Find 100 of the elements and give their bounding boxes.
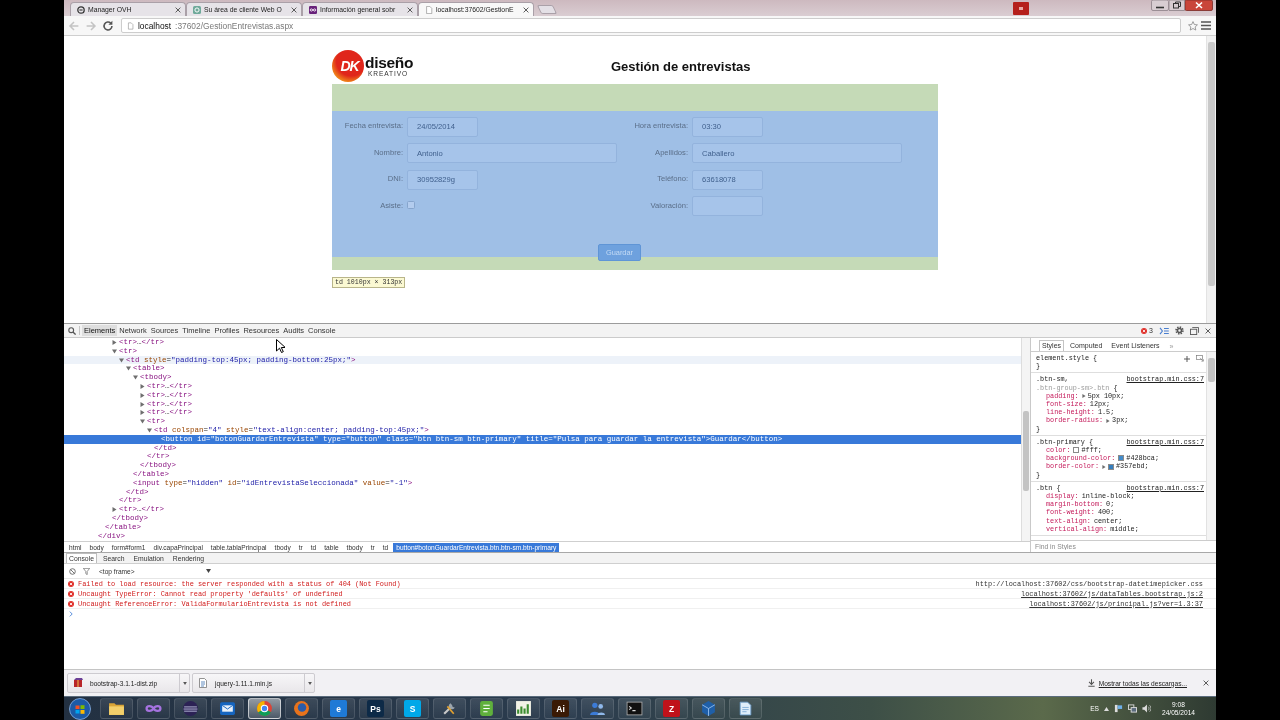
pinwheel-icon <box>256 700 273 717</box>
badge-icon <box>193 5 201 14</box>
taskbar-button[interactable]: Ps <box>359 698 392 719</box>
globe-icon <box>293 700 310 717</box>
new-style-rule-icon[interactable] <box>1196 355 1204 362</box>
taskbar-button[interactable]: Ai <box>544 698 577 719</box>
settings-icon[interactable] <box>1175 326 1184 335</box>
document-icon <box>737 700 754 717</box>
download-icon <box>1087 679 1095 687</box>
start-button[interactable] <box>69 697 91 720</box>
error-icon <box>68 590 74 597</box>
reload-icon[interactable] <box>101 18 115 33</box>
scrollbar-thumb[interactable] <box>1023 411 1029 491</box>
envelope-icon <box>219 700 236 717</box>
ring-icon <box>77 5 85 14</box>
checkbox[interactable] <box>407 201 415 210</box>
prompt-chevron-icon <box>69 611 73 617</box>
expand-triangle-icon[interactable] <box>126 366 131 372</box>
taskbar-button[interactable] <box>581 698 614 719</box>
expand-triangle-icon[interactable] <box>140 410 145 416</box>
close-icon[interactable] <box>407 6 413 13</box>
package-icon <box>73 678 83 688</box>
taskbar-button[interactable] <box>100 698 133 719</box>
add-icon[interactable] <box>1184 355 1190 362</box>
expand-triangle-icon[interactable] <box>147 427 152 433</box>
page-icon <box>127 21 134 30</box>
taskbar-button[interactable]: Z <box>655 698 688 719</box>
expand-triangle-icon[interactable] <box>119 357 124 363</box>
caret-icon <box>206 569 211 573</box>
taskbar-button[interactable] <box>433 698 466 719</box>
app-letter-logo: Z <box>663 700 680 717</box>
app-letter-logo: Ai <box>552 700 569 717</box>
expand-triangle-icon[interactable] <box>1081 393 1086 398</box>
expand-triangle-icon[interactable] <box>1106 418 1111 423</box>
page-icon <box>425 5 433 14</box>
blurred-badge-icon <box>1013 1 1029 15</box>
close-icon[interactable] <box>1205 327 1211 334</box>
note-icon <box>478 700 495 717</box>
search-icon[interactable] <box>68 326 76 335</box>
close-icon[interactable] <box>175 6 181 13</box>
caret-icon <box>307 681 312 685</box>
error-icon <box>1141 327 1148 334</box>
expand-triangle-icon[interactable] <box>112 340 117 345</box>
terminal-icon <box>626 700 643 717</box>
star-icon[interactable] <box>1188 20 1198 31</box>
restore-icon[interactable] <box>1169 0 1185 11</box>
clear-console-icon[interactable] <box>69 567 76 575</box>
app-letter-logo: S <box>404 700 421 717</box>
taskbar-button[interactable] <box>470 698 503 719</box>
filter-icon[interactable] <box>83 567 90 575</box>
dropdown-button[interactable] <box>179 674 189 692</box>
menu-icon[interactable] <box>1201 21 1211 30</box>
expand-triangle-icon[interactable] <box>112 507 117 513</box>
speaker-icon[interactable] <box>1142 704 1151 713</box>
close-icon[interactable] <box>523 6 529 13</box>
app-letter-logo: e <box>330 700 347 717</box>
taskbar-button[interactable]: e <box>322 698 355 719</box>
sphere-icon <box>182 700 199 717</box>
error-icon <box>68 580 74 587</box>
people-icon <box>589 700 606 717</box>
taskbar-button[interactable] <box>248 698 281 719</box>
caret-icon <box>182 681 187 685</box>
network-icon[interactable] <box>1128 704 1137 713</box>
app-letter-logo: Ps <box>367 700 384 717</box>
error-icon <box>68 600 74 607</box>
taskbar-button[interactable] <box>211 698 244 719</box>
script-file-icon <box>198 678 208 688</box>
console-drawer-icon[interactable] <box>1159 326 1169 335</box>
flag-icon[interactable] <box>1114 704 1123 713</box>
taskbar-button[interactable] <box>729 698 762 719</box>
close-icon[interactable] <box>1203 680 1209 686</box>
expand-triangle-icon[interactable] <box>140 419 145 425</box>
color-swatch-icon[interactable] <box>1108 463 1115 470</box>
scrollbar[interactable] <box>1021 338 1030 541</box>
dock-icon[interactable] <box>1190 326 1199 335</box>
page-title: Gestión de entrevistas <box>611 58 751 74</box>
expand-triangle-icon[interactable] <box>140 384 145 389</box>
minimize-icon[interactable] <box>1151 0 1169 11</box>
address-bar[interactable]: localhost :37602/GestionEntrevistas.aspx <box>121 18 1181 33</box>
chart-icon <box>515 700 532 717</box>
expand-triangle-icon[interactable] <box>1102 464 1107 469</box>
logo-mark: DK <box>332 50 364 82</box>
color-swatch-icon[interactable] <box>1073 447 1080 454</box>
triangle-up-icon[interactable] <box>1104 706 1109 711</box>
expand-triangle-icon[interactable] <box>140 401 145 407</box>
scrollbar-thumb[interactable] <box>1208 42 1215 286</box>
folder-icon <box>108 700 125 717</box>
close-icon[interactable] <box>291 6 297 13</box>
color-swatch-icon[interactable] <box>1118 455 1125 462</box>
scrollbar[interactable] <box>1206 36 1216 323</box>
expand-triangle-icon[interactable] <box>112 348 117 354</box>
close-icon[interactable] <box>1185 0 1213 11</box>
scrollbar[interactable] <box>1206 352 1216 540</box>
dropdown-button[interactable] <box>304 674 314 692</box>
logo-wordmark: diseño <box>365 55 414 70</box>
infinity-icon <box>309 5 317 14</box>
taskbar-button[interactable] <box>507 698 540 719</box>
expand-triangle-icon[interactable] <box>133 375 138 381</box>
scrollbar-thumb[interactable] <box>1208 358 1215 382</box>
expand-triangle-icon[interactable] <box>140 392 145 398</box>
